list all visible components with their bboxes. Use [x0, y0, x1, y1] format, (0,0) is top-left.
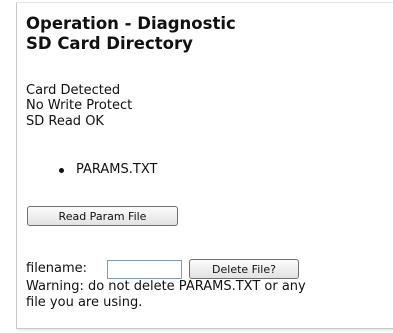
delete-file-button[interactable]: Delete File? — [189, 259, 299, 279]
filename-label: filename: — [26, 261, 88, 276]
read-param-file-button[interactable]: Read Param File — [27, 206, 178, 226]
warning-text-line1: Warning: do not delete PARAMS.TXT or any — [26, 279, 306, 294]
list-bullet-icon — [59, 168, 64, 173]
read-status: SD Read OK — [26, 114, 104, 129]
write-protect-status: No Write Protect — [26, 98, 133, 113]
card-status: Card Detected — [26, 83, 121, 98]
warning-text-line2: file you are using. — [26, 295, 143, 310]
file-list-item: PARAMS.TXT — [76, 162, 158, 177]
section-title: SD Card Directory — [26, 34, 193, 53]
page-title: Operation - Diagnostic — [26, 14, 236, 33]
filename-input[interactable] — [107, 260, 182, 279]
